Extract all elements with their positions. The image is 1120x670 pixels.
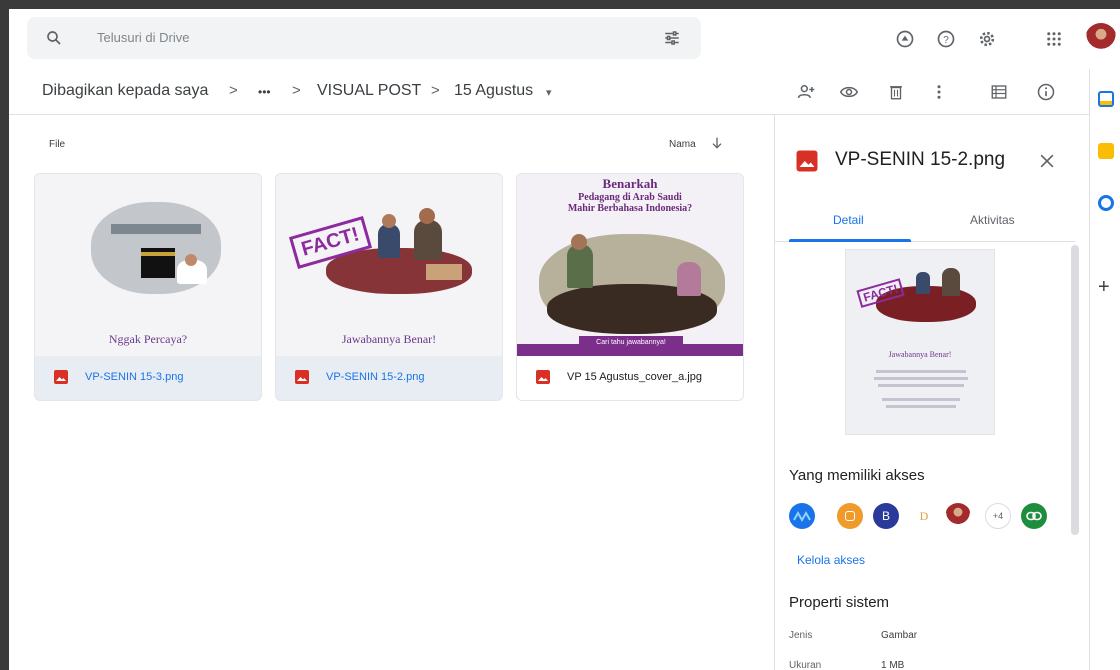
settings-gear-icon[interactable] (976, 28, 998, 50)
active-tab-indicator (789, 239, 911, 242)
user-avatar[interactable] (945, 503, 971, 529)
details-title: VP-SENIN 15-2.png (835, 149, 1006, 170)
thumbnail-caption: Nggak Percaya? (108, 332, 188, 346)
sort-by-name-button[interactable]: Nama (669, 139, 696, 150)
info-icon[interactable] (1035, 81, 1057, 103)
link-icon[interactable] (1021, 503, 1047, 529)
tab-activity[interactable]: Aktivitas (970, 213, 1015, 227)
svg-text:?: ? (943, 35, 949, 46)
property-label: Ukuran (789, 660, 822, 670)
manage-access-link[interactable]: Kelola akses (797, 553, 865, 567)
breadcrumb-visual-post[interactable]: VISUAL POST (317, 82, 421, 100)
user-avatar[interactable]: D (911, 503, 937, 529)
more-vert-icon[interactable] (928, 81, 950, 103)
property-value: 1 MB (881, 660, 905, 670)
tasks-icon[interactable] (1098, 195, 1114, 211)
image-file-icon (295, 370, 309, 384)
user-avatar[interactable] (789, 503, 815, 529)
help-icon[interactable]: ? (935, 28, 957, 50)
file-name: VP-SENIN 15-3.png (85, 371, 184, 383)
image-file-icon (536, 370, 550, 384)
thumbnail-cta: Cari tahu jawabannya! (579, 336, 683, 350)
details-panel: VP-SENIN 15-2.png Detail Aktivitas FACT!… (774, 115, 1087, 670)
file-card-selected[interactable]: FACT! Jawabannya Benar! VP-SENIN 15-2.pn… (275, 173, 503, 401)
file-column-label: File (49, 139, 66, 150)
thumbnail-caption: Jawabannya Benar! (341, 332, 437, 346)
file-thumbnail: Benarkah Pedagang di Arab Saudi Mahir Be… (517, 174, 743, 356)
file-card[interactable]: Nggak Percaya? VP-SENIN 15-3.png (34, 173, 262, 401)
panel-scrollbar[interactable] (1071, 245, 1079, 535)
user-avatar[interactable]: B (873, 503, 899, 529)
close-icon[interactable] (1037, 151, 1057, 171)
apps-grid-icon[interactable] (1043, 28, 1065, 50)
search-input[interactable]: Telusuri di Drive (97, 30, 189, 45)
file-card[interactable]: Benarkah Pedagang di Arab Saudi Mahir Be… (516, 173, 744, 401)
image-file-icon (796, 150, 818, 172)
file-thumbnail: FACT! Jawabannya Benar! (276, 174, 502, 356)
thumbnail-headline: Mahir Berbahasa Indonesia? (567, 203, 693, 214)
trash-icon[interactable] (885, 81, 907, 103)
thumbnail-headline: Pedagang di Arab Saudi (578, 192, 682, 203)
add-addon-plus-icon[interactable]: + (1098, 277, 1110, 297)
tab-detail[interactable]: Detail (833, 213, 864, 227)
top-bar: Telusuri di Drive ? (9, 9, 1120, 69)
file-thumbnail: Nggak Percaya? (35, 174, 261, 356)
share-add-person-icon[interactable] (795, 81, 817, 103)
breadcrumb-more-ellipsis[interactable]: ••• (258, 85, 271, 99)
file-preview[interactable]: FACT! Jawabannya Benar! (845, 249, 995, 435)
breadcrumb: Dibagikan kepada saya > ••• > VISUAL POS… (9, 69, 1120, 115)
breadcrumb-separator: > (292, 82, 301, 99)
chevron-down-icon[interactable]: ▾ (546, 86, 552, 99)
keep-icon[interactable] (1098, 143, 1114, 159)
side-apps-strip: + (1089, 69, 1120, 670)
arrow-down-icon[interactable] (709, 135, 725, 151)
access-heading: Yang memiliki akses (789, 467, 925, 484)
search-bar[interactable]: Telusuri di Drive (27, 17, 701, 59)
search-options-icon[interactable] (663, 29, 681, 47)
breadcrumb-separator: > (229, 82, 238, 99)
property-value: Gambar (881, 630, 918, 641)
system-properties-heading: Properti sistem (789, 594, 890, 611)
calendar-icon[interactable] (1098, 91, 1114, 107)
search-icon[interactable] (45, 29, 63, 47)
preview-eye-icon[interactable] (838, 81, 860, 103)
drive-window: Telusuri di Drive ? Dibagikan kepada say… (9, 9, 1120, 670)
account-avatar[interactable] (1085, 23, 1117, 55)
file-name: VP-SENIN 15-2.png (326, 371, 425, 383)
more-users-count[interactable]: +4 (985, 503, 1011, 529)
breadcrumb-separator: > (431, 82, 440, 99)
thumbnail-headline: Benarkah (602, 176, 658, 191)
preview-caption: Jawabannya Benar! (888, 350, 952, 359)
property-label: Jenis (789, 630, 813, 641)
file-name: VP 15 Agustus_cover_a.jpg (567, 371, 702, 383)
breadcrumb-shared-with-me[interactable]: Dibagikan kepada saya (42, 82, 208, 100)
list-view-icon[interactable] (988, 81, 1010, 103)
image-file-icon (54, 370, 68, 384)
breadcrumb-current-folder[interactable]: 15 Agustus (454, 82, 533, 100)
offline-status-icon[interactable] (894, 28, 916, 50)
user-avatar[interactable] (837, 503, 863, 529)
